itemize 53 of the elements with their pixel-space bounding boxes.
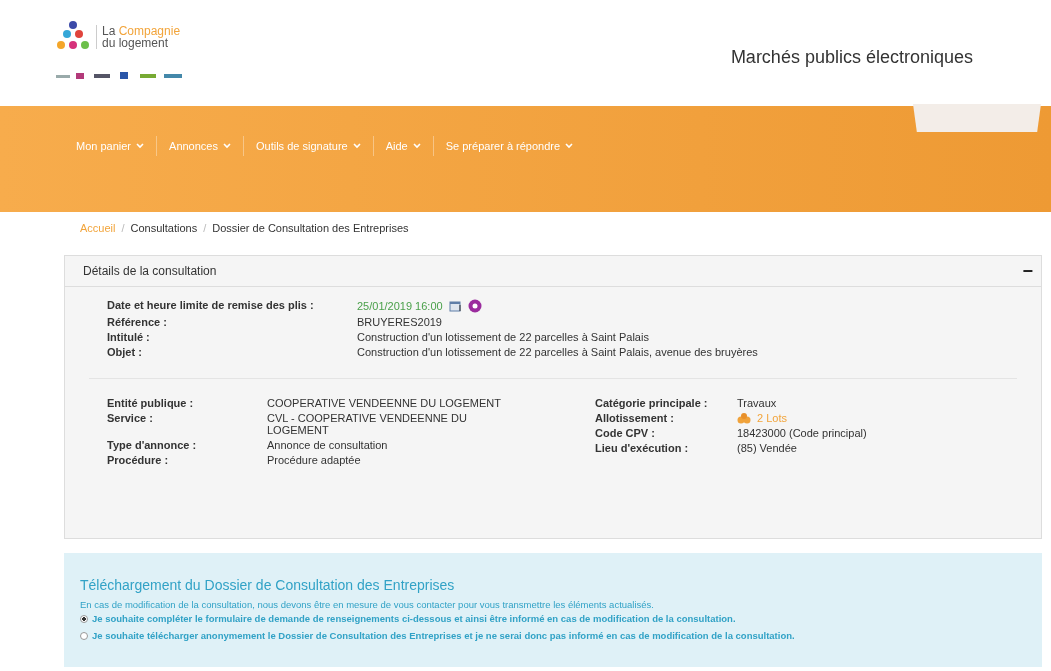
field-label: Objet : <box>107 346 143 358</box>
field-label: Allotissement : <box>595 412 675 424</box>
breadcrumb-separator: / <box>203 222 207 236</box>
field-label: Référence : <box>107 316 168 328</box>
field-label: Service : <box>107 412 154 426</box>
lots-icon <box>737 412 751 424</box>
nav-menu-item[interactable]: Mon panier <box>64 136 157 156</box>
collapse-toggle[interactable]: − <box>1022 260 1033 282</box>
field-label: Entité publique : <box>107 397 195 409</box>
chevron-down-icon <box>352 143 361 149</box>
chevron-down-icon <box>412 143 421 149</box>
brand-name-subline: du logement <box>102 37 169 49</box>
radio-button[interactable] <box>80 614 88 623</box>
chevron-down-icon <box>565 143 574 149</box>
field-value: 18423000 (Code principal) <box>737 427 868 439</box>
field-label: Code CPV : <box>595 427 656 439</box>
download-title: Téléchargement du Dossier de Consultation des Entreprises <box>80 577 456 593</box>
panel-title: Détails de la consultation <box>83 264 217 278</box>
deadline-value: 25/01/2019 16:00 <box>357 300 443 312</box>
field-value: Construction d'un lotissement de 22 parcelles à Saint Palais, avenue des bruyères <box>357 346 758 358</box>
field-value: Travaux <box>737 397 778 409</box>
field-label: Type d'annonce : <box>107 439 198 451</box>
breadcrumb-separator: / <box>121 222 125 236</box>
field-value: Construction d'un lotissement de 22 parcelles à Saint Palais <box>357 331 649 343</box>
field-label: Intitulé : <box>107 331 151 343</box>
field-label: Lieu d'exécution : <box>595 442 690 454</box>
calendar-icon[interactable] <box>448 300 462 312</box>
field-value: BRUYERES2019 <box>357 316 442 328</box>
breadcrumb-item: Consultations <box>130 222 198 236</box>
brand-name: La Compagnie <box>102 25 181 37</box>
nav-menu-item[interactable]: Annonces <box>156 136 243 156</box>
field-label: Catégorie principale : <box>595 397 709 409</box>
field-value: COOPERATIVE VENDEENNE DU LOGEMENT <box>267 397 502 409</box>
chevron-down-icon <box>223 143 231 149</box>
chevron-down-icon <box>136 143 145 149</box>
option-label[interactable]: Je souhaite télécharger anonymement le Dossier de Consultation des Entreprises et je ne serai donc pas informé en cas de modification de la consultation. <box>92 630 795 641</box>
breadcrumb-link[interactable]: Accueil <box>80 222 116 246</box>
field-value: Annonce de consultation <box>267 439 389 451</box>
field-value: (85) Vendée <box>737 442 798 454</box>
radio-button[interactable] <box>80 631 88 640</box>
nav-menu-item[interactable]: Aide <box>372 136 433 156</box>
field-value: Procédure adaptée <box>267 454 362 466</box>
nav-menu-item[interactable]: Se préparer à répondre <box>432 136 586 156</box>
field-label: Procédure : <box>107 454 170 466</box>
site-title: Marchés publics électroniques <box>730 47 973 68</box>
nav-menu-item[interactable]: Outils de signature <box>243 136 373 156</box>
field-label: Date et heure limite de remise des plis : <box>107 299 315 313</box>
download-intro: En cas de modification de la consultation, nous devons être en mesure de vous contacter pour vous transmettre les éléments actualisés. <box>80 599 655 610</box>
breadcrumb-item: Dossier de Consultation des Entreprises <box>212 222 409 236</box>
lots-link[interactable]: 2 Lots <box>757 412 787 424</box>
field-value: CVL - COOPERATIVE VENDEENNE DU LOGEMENT <box>267 412 468 436</box>
badge-icon[interactable] <box>467 299 482 313</box>
option-label[interactable]: Je souhaite compléter le formulaire de demande de renseignements ci-dessous et ainsi être informé en cas de modification de la consultation. <box>92 613 736 624</box>
